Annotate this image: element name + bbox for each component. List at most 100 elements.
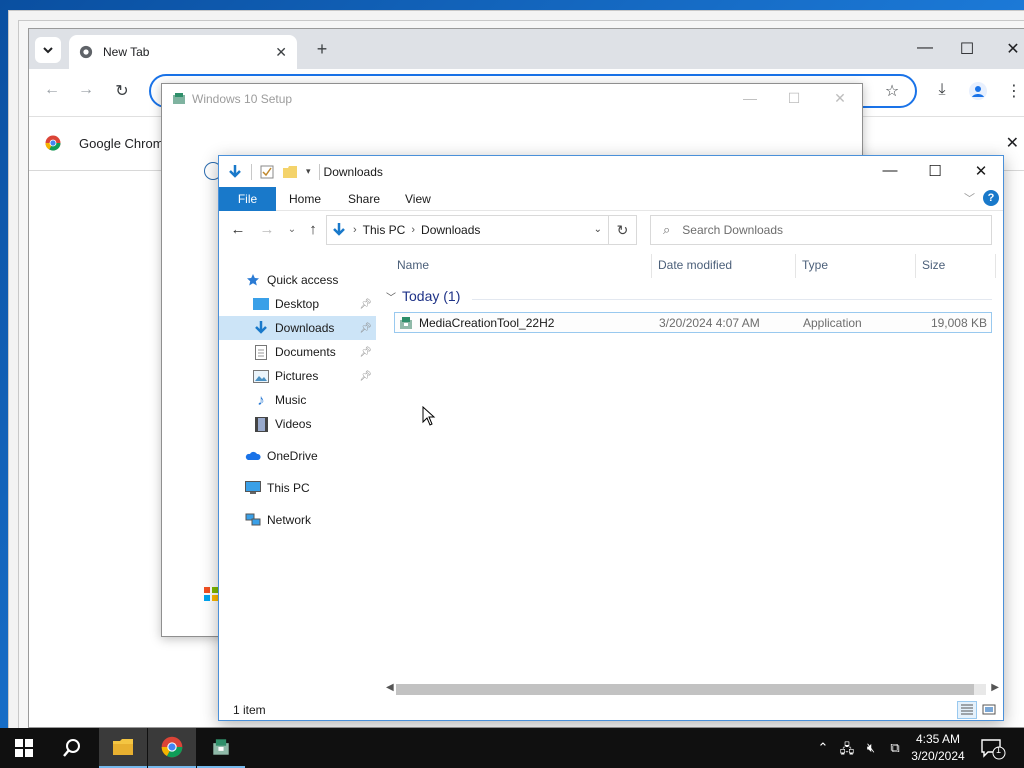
download-icon[interactable]: ⤓	[931, 81, 953, 99]
nav-documents[interactable]: Documents 📌︎	[219, 340, 376, 364]
microsoft-logo-icon	[204, 587, 218, 601]
device-icon[interactable]: ⧉	[886, 740, 904, 756]
volume-muted-icon[interactable]: 🔇︎	[862, 740, 880, 756]
taskbar-chrome[interactable]	[148, 728, 196, 768]
folder-icon	[113, 739, 133, 755]
help-icon[interactable]: ?	[983, 190, 999, 206]
back-icon[interactable]: ←	[227, 221, 249, 238]
group-header[interactable]: ﹀ Today (1)	[384, 288, 460, 304]
file-row[interactable]: MediaCreationTool_22H2 3/20/2024 4:07 AM…	[394, 312, 992, 333]
item-count: 1 item	[233, 703, 266, 717]
bookmark-star-icon[interactable]: ☆	[881, 81, 903, 101]
recent-locations-icon[interactable]: ⌄	[281, 224, 303, 235]
column-header-name[interactable]: Name	[397, 258, 429, 272]
ribbon-tab-file[interactable]: File	[219, 187, 276, 211]
search-button[interactable]	[48, 728, 96, 768]
setup-app-icon	[173, 93, 185, 104]
new-tab-button[interactable]: +	[311, 39, 333, 60]
chevron-down-icon	[43, 47, 53, 54]
new-folder-icon[interactable]	[282, 165, 298, 179]
ribbon-tab-share[interactable]: Share	[348, 192, 380, 206]
taskbar: ⌃ 🖧︎ 🔇︎ ⧉ 4:35 AM 3/20/2024 1	[0, 728, 1024, 768]
chrome-infobar-item[interactable]: Google Chrom	[45, 135, 164, 151]
file-type: Application	[803, 316, 862, 330]
nav-quick-access[interactable]: Quick access	[219, 268, 376, 292]
column-separator[interactable]	[651, 254, 652, 278]
up-icon[interactable]: ↑	[302, 221, 324, 238]
setup-minimize-button[interactable]: —	[740, 90, 760, 106]
ribbon-tab-view[interactable]: View	[405, 192, 431, 206]
taskbar-file-explorer[interactable]	[99, 728, 147, 768]
forward-icon[interactable]: →	[75, 81, 97, 99]
search-box[interactable]: ⌕ Search Downloads	[650, 215, 992, 245]
nav-this-pc[interactable]: This PC	[219, 476, 376, 500]
column-separator[interactable]	[915, 254, 916, 278]
nav-label: Documents	[275, 345, 336, 359]
nav-music[interactable]: ♪ Music	[219, 388, 376, 412]
close-tab-icon[interactable]: ✕	[275, 44, 287, 61]
back-icon[interactable]: ←	[41, 81, 63, 99]
chrome-tab[interactable]: New Tab ✕	[69, 35, 297, 69]
expand-ribbon-icon[interactable]: ﹀	[964, 190, 975, 206]
ribbon-tab-home[interactable]: Home	[289, 192, 321, 206]
large-icons-view-button[interactable]	[979, 701, 999, 719]
quick-access-toolbar: ▾	[227, 163, 320, 180]
address-bar[interactable]: › This PC › Downloads ⌄	[326, 215, 609, 245]
close-infobar-icon[interactable]: ✕	[1006, 133, 1019, 153]
explorer-minimize-button[interactable]: —	[879, 162, 901, 179]
file-date: 3/20/2024 4:07 AM	[659, 316, 760, 330]
nav-pictures[interactable]: Pictures 📌︎	[219, 364, 376, 388]
customize-qat-icon[interactable]: ▾	[306, 166, 311, 177]
details-view-button[interactable]	[957, 701, 977, 719]
more-menu-icon[interactable]: ⋮	[1003, 81, 1024, 101]
nav-videos[interactable]: Videos	[219, 412, 376, 436]
address-dropdown-icon[interactable]: ⌄	[594, 224, 602, 235]
properties-icon[interactable]	[260, 165, 274, 179]
maximize-button[interactable]: ☐	[957, 39, 977, 59]
scroll-thumb[interactable]	[396, 684, 974, 695]
minimize-button[interactable]: —	[915, 39, 935, 57]
scroll-left-icon[interactable]: ◀	[386, 682, 394, 693]
notification-count: 1	[996, 745, 1002, 755]
pin-icon[interactable]: 📌︎	[359, 347, 372, 358]
scroll-right-icon[interactable]: ▶	[991, 682, 999, 693]
nav-desktop[interactable]: Desktop 📌︎	[219, 292, 376, 316]
breadcrumb-downloads[interactable]: Downloads	[421, 223, 480, 237]
breadcrumb-this-pc[interactable]: This PC	[363, 223, 406, 237]
forward-icon[interactable]: →	[256, 221, 278, 238]
close-button[interactable]: ✕	[1003, 39, 1023, 59]
nav-onedrive[interactable]: OneDrive	[219, 444, 376, 468]
tab-search-button[interactable]	[35, 37, 61, 63]
pin-icon[interactable]: 📌︎	[359, 371, 372, 382]
column-header-size[interactable]: Size	[922, 258, 945, 272]
explorer-maximize-button[interactable]: ☐	[924, 162, 946, 180]
column-separator[interactable]	[995, 254, 996, 278]
setup-title: Windows 10 Setup	[192, 92, 293, 106]
network-icon[interactable]: 🖧︎	[838, 740, 856, 762]
refresh-button[interactable]: ↻	[609, 215, 637, 245]
ribbon-tabs: File Home Share View ﹀ ?	[219, 187, 1003, 211]
search-placeholder: Search Downloads	[682, 223, 784, 237]
show-hidden-icons-icon[interactable]: ⌃	[814, 740, 832, 756]
setup-close-button[interactable]: ✕	[830, 90, 850, 107]
nav-label: Videos	[275, 417, 312, 431]
pin-icon[interactable]: 📌︎	[359, 299, 372, 310]
explorer-close-button[interactable]: ✕	[970, 162, 992, 180]
search-icon: ⌕	[663, 222, 671, 237]
start-button[interactable]	[0, 728, 48, 768]
pin-icon[interactable]: 📌︎	[359, 323, 372, 334]
reload-icon[interactable]: ↻	[111, 81, 133, 101]
chrome-logo-icon	[45, 135, 61, 151]
system-clock[interactable]: 4:35 AM 3/20/2024	[906, 731, 970, 765]
column-header-date[interactable]: Date modified	[658, 258, 732, 272]
horizontal-scrollbar[interactable]: ◀ ▶	[384, 681, 1001, 697]
nav-label: Pictures	[275, 369, 319, 383]
setup-maximize-button[interactable]: ☐	[784, 90, 804, 107]
column-separator[interactable]	[795, 254, 796, 278]
nav-downloads[interactable]: Downloads 📌︎	[219, 316, 376, 340]
nav-network[interactable]: Network	[219, 508, 376, 532]
action-center-button[interactable]: 1	[980, 738, 1008, 760]
profile-icon[interactable]	[967, 81, 989, 106]
taskbar-media-creation-tool[interactable]	[197, 728, 245, 768]
column-header-type[interactable]: Type	[802, 258, 828, 272]
